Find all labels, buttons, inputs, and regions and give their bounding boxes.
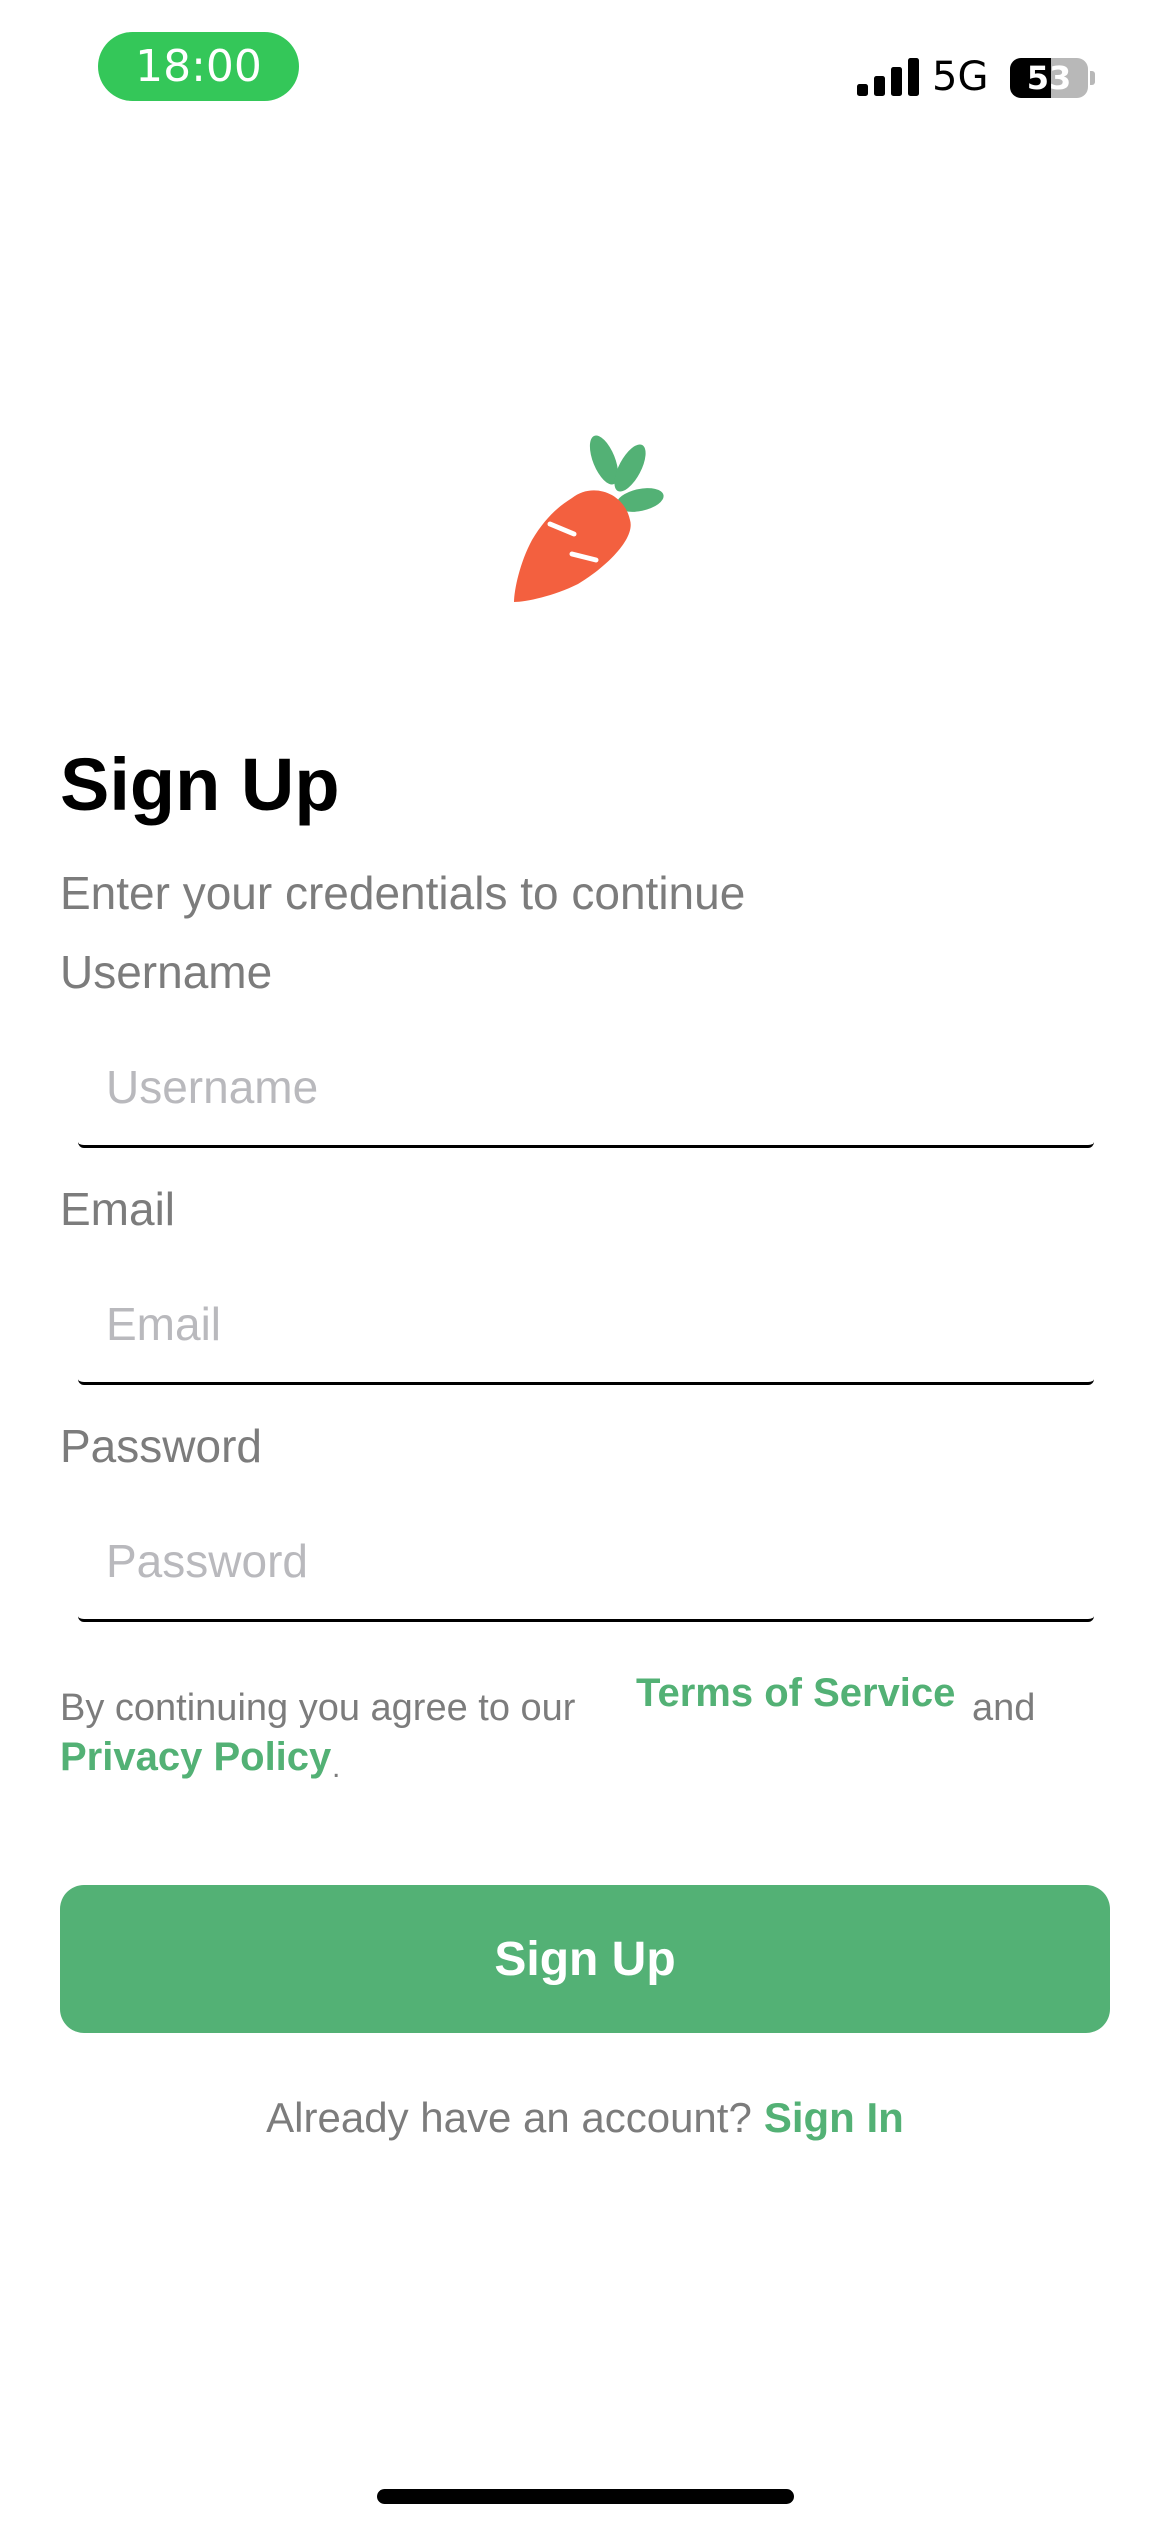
signin-link[interactable]: Sign In	[764, 2094, 904, 2141]
terms-conjunction: and	[972, 1687, 1036, 1729]
signal-strength-icon	[857, 58, 919, 96]
username-label: Username	[60, 946, 273, 998]
network-type: 5G	[932, 54, 989, 100]
privacy-policy-link[interactable]: Privacy Policy	[60, 1734, 331, 1780]
page-subtitle: Enter your credentials to continue	[60, 867, 746, 919]
username-input[interactable]	[78, 1028, 1094, 1148]
battery-icon: 53	[1010, 58, 1095, 98]
terms-suffix: .	[332, 1751, 341, 1784]
status-time: 18:00	[98, 32, 299, 101]
password-label: Password	[60, 1420, 262, 1472]
email-input[interactable]	[78, 1265, 1094, 1385]
email-label: Email	[60, 1183, 176, 1235]
battery-cap	[1090, 71, 1095, 85]
terms-of-service-link[interactable]: Terms of Service	[636, 1670, 955, 1716]
terms-prefix: By continuing you agree to our	[60, 1687, 576, 1729]
terms-notice: By continuing you agree to our Terms of …	[60, 1668, 1120, 1788]
password-input[interactable]	[78, 1502, 1094, 1622]
battery-body: 53	[1010, 58, 1088, 98]
battery-level: 53	[1026, 59, 1072, 97]
carrot-icon	[514, 435, 664, 602]
signin-prompt: Already have an account? Sign In	[0, 2093, 1170, 2143]
signin-question: Already have an account?	[266, 2094, 752, 2141]
signup-screen: 18:00 5G 53 Sign Up Enter your credentia…	[0, 0, 1170, 2532]
signup-button[interactable]: Sign Up	[60, 1885, 1110, 2033]
page-title: Sign Up	[60, 743, 340, 826]
home-indicator[interactable]	[377, 2489, 794, 2504]
